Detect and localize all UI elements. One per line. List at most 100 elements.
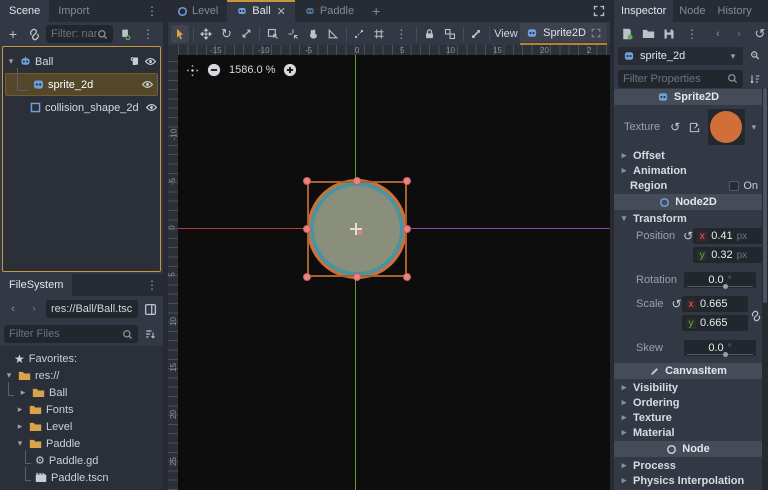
tab-inspector[interactable]: Inspector bbox=[614, 0, 673, 22]
group-physics-interpolation[interactable]: ▸Physics Interpolation bbox=[614, 473, 762, 488]
smart-snap-button[interactable] bbox=[350, 25, 368, 43]
scale-mode-button[interactable] bbox=[237, 25, 255, 43]
visibility-eye-icon[interactable] bbox=[141, 78, 154, 91]
snap-options-menu-icon[interactable]: ⋮ bbox=[390, 27, 412, 41]
filter-properties-input[interactable] bbox=[618, 70, 743, 88]
visibility-eye-icon[interactable] bbox=[145, 101, 158, 114]
selection-handle[interactable] bbox=[303, 177, 311, 185]
zoom-out-icon[interactable] bbox=[207, 63, 221, 77]
group-offset[interactable]: ▸Offset bbox=[614, 148, 762, 163]
attach-script-button[interactable] bbox=[116, 25, 134, 43]
fs-item-level[interactable]: ▸ Level bbox=[0, 418, 163, 435]
group-transform[interactable]: ▾Transform bbox=[614, 211, 762, 226]
resource-menu-icon[interactable]: ⋮ bbox=[681, 27, 703, 41]
snap-position-button[interactable] bbox=[284, 25, 302, 43]
selection-handle[interactable] bbox=[353, 177, 361, 185]
selection-handle[interactable] bbox=[353, 273, 361, 281]
canvas-2d[interactable]: 1586.0 % bbox=[178, 55, 610, 490]
zoom-level-text[interactable]: 1586.0 % bbox=[229, 64, 275, 76]
chevron-down-icon[interactable]: ▾ bbox=[750, 122, 758, 133]
lock-object-button[interactable] bbox=[421, 25, 439, 43]
scene-tab-ball[interactable]: Ball ✕ bbox=[227, 0, 295, 22]
scene-toolbar-menu-icon[interactable]: ⋮ bbox=[137, 27, 159, 41]
script-icon[interactable] bbox=[129, 56, 141, 68]
revert-icon[interactable]: ↺ bbox=[670, 121, 680, 133]
zoom-in-icon[interactable] bbox=[283, 63, 297, 77]
new-resource-button[interactable] bbox=[618, 25, 636, 43]
group-animation[interactable]: ▸Animation bbox=[614, 163, 762, 178]
chevron-right-icon[interactable]: ▸ bbox=[15, 421, 25, 432]
visibility-eye-icon[interactable] bbox=[144, 55, 157, 68]
pan-mode-button[interactable] bbox=[304, 25, 322, 43]
tab-import[interactable]: Import bbox=[49, 0, 98, 22]
rotation-slider[interactable] bbox=[687, 286, 753, 287]
expand-viewport-icon[interactable] bbox=[588, 0, 610, 22]
chevron-right-icon[interactable]: ▸ bbox=[15, 404, 25, 415]
scale-y-field[interactable]: y 0.665 bbox=[682, 315, 748, 331]
ruler-mode-button[interactable] bbox=[324, 25, 342, 43]
select-mode-button[interactable] bbox=[171, 25, 189, 43]
scene-dock-menu-icon[interactable]: ⋮ bbox=[141, 0, 163, 22]
chevron-down-icon[interactable]: ▾ bbox=[15, 438, 25, 449]
scale-x-field[interactable]: x 0.665 bbox=[682, 296, 748, 312]
scene-filter-input[interactable] bbox=[46, 25, 113, 43]
filesystem-menu-icon[interactable]: ⋮ bbox=[141, 274, 163, 296]
fs-favorites[interactable]: ★ Favorites: bbox=[0, 350, 163, 367]
skeleton-options-button[interactable] bbox=[467, 25, 485, 43]
new-scene-tab-button[interactable]: + bbox=[363, 0, 389, 22]
edit-texture-icon[interactable] bbox=[685, 118, 703, 136]
close-tab-icon[interactable]: ✕ bbox=[277, 5, 286, 18]
history-forward-button[interactable]: › bbox=[730, 25, 748, 43]
selection-handle[interactable] bbox=[303, 273, 311, 281]
fs-item-paddle-tscn[interactable]: Paddle.tscn bbox=[0, 469, 163, 486]
instance-scene-button[interactable] bbox=[25, 25, 43, 43]
revert-icon[interactable]: ↺ bbox=[672, 298, 682, 310]
skew-slider[interactable] bbox=[687, 354, 753, 355]
rotate-mode-button[interactable]: ↻ bbox=[217, 25, 235, 43]
group-material[interactable]: ▸Material bbox=[614, 425, 762, 440]
chevron-down-icon[interactable]: ▾ bbox=[4, 370, 14, 381]
inspector-menu-icon[interactable]: ⋮ bbox=[758, 0, 768, 22]
move-mode-button[interactable] bbox=[197, 25, 215, 43]
chevron-down-icon[interactable]: ▾ bbox=[6, 56, 16, 67]
tab-scene[interactable]: Scene bbox=[0, 0, 49, 22]
region-checkbox[interactable] bbox=[729, 181, 739, 191]
group-process[interactable]: ▸Process bbox=[614, 458, 762, 473]
tab-history[interactable]: History bbox=[712, 0, 758, 22]
tab-node[interactable]: Node bbox=[673, 0, 711, 22]
tree-node-collision-shape[interactable]: collision_shape_2d bbox=[3, 96, 160, 119]
load-resource-button[interactable] bbox=[639, 25, 657, 43]
nav-back-button[interactable]: ‹ bbox=[4, 300, 22, 318]
tab-filesystem[interactable]: FileSystem bbox=[0, 274, 72, 296]
selection-handle[interactable] bbox=[403, 225, 411, 233]
fs-item-readme[interactable]: ⚙ README.md bbox=[0, 486, 163, 490]
selection-handle[interactable] bbox=[403, 177, 411, 185]
filter-files-input[interactable] bbox=[4, 325, 138, 343]
texture-preview[interactable] bbox=[708, 109, 745, 145]
skew-field[interactable]: 0.0 ° bbox=[684, 340, 756, 356]
path-field[interactable] bbox=[46, 300, 138, 318]
group-texture[interactable]: ▸Texture bbox=[614, 410, 762, 425]
fs-item-res[interactable]: ▾ res:// bbox=[0, 367, 163, 384]
section-node2d[interactable]: Node2D bbox=[614, 194, 762, 210]
group-object-button[interactable] bbox=[441, 25, 459, 43]
fs-item-ball[interactable]: ▸ Ball bbox=[0, 384, 163, 401]
chevron-right-icon[interactable]: ▸ bbox=[18, 387, 28, 398]
section-sprite2d[interactable]: Sprite2D bbox=[614, 89, 762, 105]
object-history-icon[interactable]: ↺ bbox=[751, 25, 768, 43]
section-node[interactable]: Node bbox=[614, 441, 762, 457]
split-view-icon[interactable] bbox=[141, 300, 159, 318]
sort-files-icon[interactable] bbox=[141, 325, 159, 343]
origin-gizmo-icon[interactable] bbox=[350, 223, 362, 235]
list-select-button[interactable] bbox=[264, 25, 282, 43]
nav-forward-button[interactable]: › bbox=[25, 300, 43, 318]
save-resource-button[interactable] bbox=[660, 25, 678, 43]
position-x-field[interactable]: x 0.41 px bbox=[693, 228, 762, 244]
open-docs-icon[interactable] bbox=[746, 47, 764, 65]
add-node-button[interactable]: + bbox=[4, 25, 22, 43]
revert-icon[interactable]: ↺ bbox=[683, 230, 693, 242]
selected-node-dropdown[interactable]: sprite_2d ▾ bbox=[618, 47, 743, 65]
rotation-field[interactable]: 0.0 ° bbox=[684, 272, 756, 288]
grid-snap-button[interactable] bbox=[370, 25, 388, 43]
center-view-icon[interactable] bbox=[186, 64, 199, 77]
